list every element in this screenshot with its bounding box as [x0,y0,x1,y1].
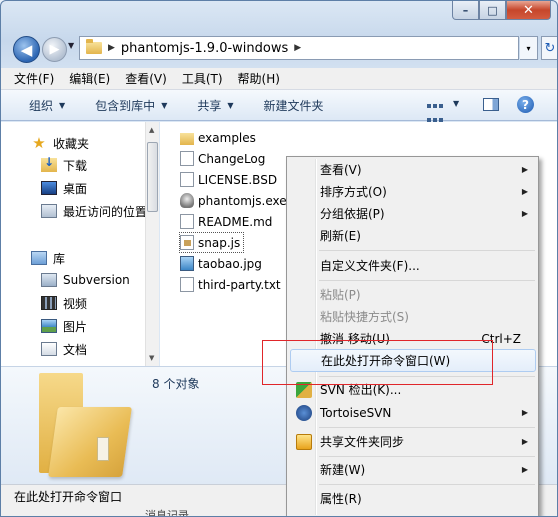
forward-button[interactable]: ▶ [42,37,67,62]
document-icon [180,277,194,292]
video-icon [41,296,57,310]
menu-separator [319,280,535,281]
breadcrumb-separator-icon[interactable]: ▶ [294,43,301,53]
folder-icon [86,39,102,54]
menu-item-view[interactable]: 查看(V) ▶ [290,159,536,180]
recent-pages-dropdown[interactable]: ▼ [68,41,74,50]
file-item[interactable]: examples [180,128,256,147]
submenu-arrow-icon: ▶ [521,165,528,174]
menu-item-customize-folder[interactable]: 自定义文件夹(F)... [290,255,536,276]
minimize-button[interactable]: – [452,1,479,20]
menu-separator [319,484,535,485]
submenu-arrow-icon: ▶ [521,465,528,474]
document-icon [180,151,194,166]
image-icon [180,256,194,271]
menu-tools[interactable]: 工具(T) [182,70,223,87]
libraries-icon [31,251,47,265]
file-item-focused[interactable]: snap.js [178,232,245,253]
scrollbar-thumb[interactable] [147,142,158,212]
preview-pane-icon[interactable] [483,98,499,111]
view-options-dropdown[interactable]: ▼ [453,99,459,108]
menu-item-sort-by[interactable]: 排序方式(O) ▶ [290,181,536,202]
address-bar[interactable]: ▶ phantomjs-1.9.0-windows ▶ [79,36,519,60]
back-button[interactable]: ◀ [13,36,40,63]
nav-item-recent-places[interactable]: 最近访问的位置 [41,200,145,222]
sync-folder-icon [296,433,312,450]
dropdown-arrow-icon: ▼ [161,100,168,110]
file-item[interactable]: ChangeLog [180,149,265,168]
folder-thumbnail-icon [39,373,132,477]
scroll-up-arrow-icon[interactable]: ▲ [149,126,154,134]
chevron-down-icon: ▾ [526,43,531,53]
address-history-dropdown[interactable]: ▾ [520,36,538,60]
subversion-library-icon [41,273,57,287]
document-icon [180,214,194,229]
menu-item-paste-shortcut[interactable]: 粘贴快捷方式(S) [290,306,536,327]
menu-item-properties[interactable]: 属性(R) [290,488,536,509]
navigation-scrollbar[interactable]: ▲ ▼ [145,122,159,366]
new-folder-button[interactable]: 新建文件夹 [264,97,324,114]
help-icon[interactable]: ? [517,96,534,113]
menu-separator [319,456,535,457]
menu-file[interactable]: 文件(F) [14,70,54,87]
menu-item-new[interactable]: 新建(W) ▶ [290,459,536,480]
context-menu: 查看(V) ▶ 排序方式(O) ▶ 分组依据(P) ▶ 刷新(E) 自定义文件夹… [286,156,539,516]
desktop-icon [41,181,57,195]
downloads-folder-icon [41,155,57,172]
script-icon [180,235,194,250]
menu-edit[interactable]: 编辑(E) [69,70,110,87]
menu-view[interactable]: 查看(V) [125,70,167,87]
ghost-app-icon [180,193,194,208]
menu-item-share-folder-sync[interactable]: 共享文件夹同步 ▶ [290,431,536,452]
menu-bar: 文件(F) 编辑(E) 查看(V) 工具(T) 帮助(H) [1,68,557,90]
document-icon [180,172,194,187]
maximize-button[interactable]: □ [479,1,506,20]
file-item[interactable]: taobao.jpg [180,254,262,273]
menu-separator [319,250,535,251]
share-button[interactable]: 共享 ▼ [197,97,233,114]
menu-item-tortoisesvn[interactable]: TortoiseSVN ▶ [290,402,536,423]
highlight-annotation-box [262,340,493,385]
star-icon: ★ [32,134,46,152]
organize-button[interactable]: 组织 ▼ [29,97,65,114]
dropdown-arrow-icon: ▼ [59,100,66,110]
close-button[interactable]: ✕ [506,1,551,20]
navigation-pane: ★ 收藏夹 下载 桌面 最近访问的位置 库 Subversion 视频 [1,122,159,366]
submenu-arrow-icon: ▶ [521,437,528,446]
submenu-arrow-icon: ▶ [521,209,528,218]
refresh-button[interactable]: ↻ [541,36,557,60]
breadcrumb-current-folder[interactable]: phantomjs-1.9.0-windows [121,41,288,56]
folder-icon [180,132,194,145]
scroll-down-arrow-icon[interactable]: ▼ [149,354,154,362]
menu-help[interactable]: 帮助(H) [238,70,280,87]
menu-item-paste[interactable]: 粘贴(P) [290,284,536,305]
documents-icon [41,342,57,356]
file-item[interactable]: third-party.txt [180,275,281,294]
recent-places-icon [41,204,57,218]
include-in-library-button[interactable]: 包含到库中 ▼ [95,97,167,114]
command-bar: 组织 ▼ 包含到库中 ▼ 共享 ▼ 新建文件夹 [1,90,557,121]
status-text: 在此处打开命令窗口 [14,490,123,504]
partial-background-text: 消息记录 [145,509,189,517]
file-item[interactable]: LICENSE.BSD [180,170,277,189]
arrow-left-icon: ◀ [20,40,33,59]
window-caption-buttons: – □ ✕ [452,1,551,20]
change-view-icon[interactable] [426,98,450,122]
menu-separator [319,427,535,428]
file-item[interactable]: README.md [180,212,272,231]
dropdown-arrow-icon: ▼ [227,100,234,110]
menu-item-refresh[interactable]: 刷新(E) [290,225,536,246]
file-item[interactable]: phantomjs.exe [180,191,287,210]
pictures-icon [41,319,57,333]
submenu-arrow-icon: ▶ [521,187,528,196]
tortoisesvn-icon [296,404,312,421]
item-count: 8 个对象 [152,377,200,391]
explorer-window: – □ ✕ ◀ ▶ ▼ ▶ phantomjs-1.9.0-windows ▶ … [0,0,558,517]
breadcrumb-separator-icon[interactable]: ▶ [108,43,115,53]
arrow-right-icon: ▶ [49,42,60,57]
submenu-arrow-icon: ▶ [521,408,528,417]
menu-item-group-by[interactable]: 分组依据(P) ▶ [290,203,536,224]
refresh-icon: ↻ [544,40,556,56]
